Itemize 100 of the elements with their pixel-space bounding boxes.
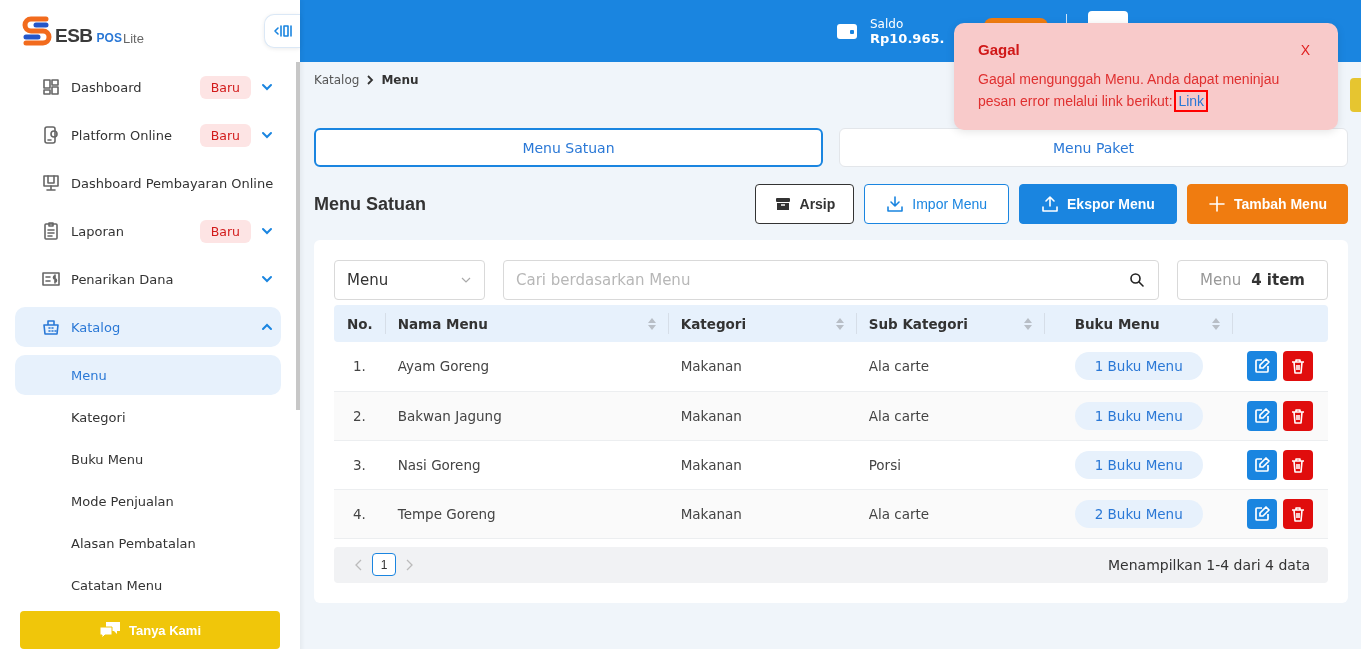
sidebar-subitem[interactable]: Alasan Pembatalan — [15, 523, 281, 563]
sidebar-item[interactable]: Penarikan Dana — [15, 259, 281, 299]
table-cell: Ala carte — [868, 407, 930, 424]
count-label: Menu — [1200, 271, 1242, 289]
sort-icon — [1211, 317, 1220, 330]
logo-text: Lite — [122, 31, 144, 46]
action-button[interactable]: Ekspor Menu — [1019, 184, 1177, 224]
table-cell: Ala carte — [868, 505, 930, 522]
new-badge: Baru — [199, 219, 251, 243]
sidebar-subitem[interactable]: Mode Penjualan — [15, 481, 281, 521]
page-button[interactable]: 1 — [372, 553, 396, 576]
column-header: No. — [347, 315, 373, 332]
menu-icon — [41, 317, 61, 337]
count-value: 4 item — [1251, 271, 1305, 289]
new-badge: Baru — [199, 123, 251, 147]
edit-icon — [1253, 455, 1272, 474]
collapse-button[interactable] — [264, 14, 300, 48]
toast-title: Gagal — [978, 41, 1020, 58]
toast-message: Gagal mengunggah Menu. Anda dapat meninjau pesan error melalui link berikut: Link — [978, 68, 1284, 112]
upload-icon — [1041, 195, 1059, 213]
column-header[interactable]: Sub Kategori — [868, 315, 968, 332]
menu-icon — [41, 173, 61, 193]
breadcrumb-item[interactable]: Katalog — [314, 73, 360, 87]
sidebar-subitem[interactable]: Menu — [15, 355, 281, 395]
table-cell: Ala carte — [868, 358, 930, 375]
edit-icon — [1253, 357, 1272, 376]
tab[interactable]: Menu Paket — [839, 128, 1348, 167]
sidebar-subitem[interactable]: Kategori — [15, 397, 281, 437]
table-cell: Nasi Goreng — [397, 456, 481, 473]
sidebar-item-label: Platform Online — [71, 127, 172, 143]
sort-icon — [835, 317, 844, 330]
action-button[interactable]: Arsip — [754, 184, 855, 224]
search-field[interactable]: Cari berdasarkan Menu — [503, 260, 1159, 300]
pagination-summary: Menampilkan 1-4 dari 4 data — [1108, 556, 1310, 573]
sidebar-item[interactable]: Dashboard Pembayaran Online — [15, 163, 281, 203]
table-cell: 4. — [353, 505, 366, 522]
balance-label: Saldo — [870, 16, 905, 31]
collapse-icon — [272, 23, 293, 39]
next-icon — [404, 558, 414, 571]
prev-icon — [354, 558, 364, 571]
sidebar-item[interactable]: Laporan Baru — [15, 211, 281, 251]
table-cell: Ayam Goreng — [397, 358, 490, 375]
menu-icon — [41, 221, 61, 241]
delete-button[interactable] — [1283, 351, 1314, 382]
table-cell: Bakwan Jagung — [397, 407, 502, 424]
sidebar-item[interactable]: Katalog — [15, 307, 281, 347]
delete-button[interactable] — [1283, 449, 1314, 480]
edit-button[interactable] — [1247, 351, 1278, 382]
sidebar-item-label: Dashboard — [71, 79, 142, 95]
table-cell: Makanan — [680, 505, 742, 522]
sidebar-item[interactable]: Platform Online Baru — [15, 115, 281, 155]
edit-icon — [1253, 406, 1272, 425]
edit-icon — [1253, 504, 1272, 523]
edit-button[interactable] — [1247, 449, 1278, 480]
scrollbar[interactable] — [296, 62, 300, 410]
table-cell: 2. — [353, 407, 366, 424]
download-icon — [886, 195, 905, 213]
table-cell: Makanan — [680, 407, 742, 424]
table-cell: Tempe Goreng — [397, 505, 496, 522]
edit-button[interactable] — [1247, 498, 1278, 529]
tab[interactable]: Menu Satuan — [314, 128, 823, 167]
menu-icon — [41, 77, 61, 97]
sidebar-subitem[interactable]: Buku Menu — [15, 439, 281, 479]
menu-book-tag[interactable]: 1 Buku Menu — [1074, 352, 1203, 381]
action-button[interactable]: Impor Menu — [864, 184, 1009, 224]
delete-button[interactable] — [1283, 400, 1314, 431]
column-header[interactable]: Nama Menu — [397, 315, 488, 332]
menu-icon — [41, 269, 61, 289]
sidebar-item-label: Katalog — [71, 319, 121, 335]
table-cell: Makanan — [680, 358, 742, 375]
edit-button[interactable] — [1247, 400, 1278, 431]
breadcrumb-item: Menu — [381, 73, 419, 87]
table-cell: Makanan — [680, 456, 742, 473]
chat-icon — [99, 621, 121, 639]
sidebar-item-label: Dashboard Pembayaran Online — [71, 175, 274, 191]
sidebar-subitem[interactable]: Catatan Menu — [15, 565, 281, 605]
balance-amount: Rp10.965. — [870, 30, 945, 46]
plus-icon — [1207, 195, 1226, 213]
section-title: Menu Satuan — [314, 193, 426, 215]
column-header[interactable]: Kategori — [680, 315, 747, 332]
sidebar-item-label: Laporan — [71, 223, 124, 239]
sort-icon — [1023, 317, 1032, 330]
table-cell: 1. — [353, 358, 366, 375]
filter-select[interactable]: Menu — [334, 260, 485, 300]
delete-button[interactable] — [1283, 498, 1314, 529]
menu-book-tag[interactable]: 1 Buku Menu — [1074, 450, 1203, 479]
search-icon — [1129, 272, 1145, 288]
column-header[interactable]: Buku Menu — [1074, 315, 1160, 332]
new-badge: Baru — [199, 75, 251, 99]
sidebar-item[interactable]: Dashboard Baru — [15, 67, 281, 107]
table-cell: 3. — [353, 456, 366, 473]
sort-icon — [647, 317, 656, 330]
menu-book-tag[interactable]: 1 Buku Menu — [1074, 401, 1203, 430]
menu-icon — [41, 125, 61, 145]
archive-icon — [773, 195, 792, 213]
logo-text: ESB — [55, 25, 93, 47]
wallet-icon — [836, 21, 858, 41]
table-cell: Porsi — [868, 456, 901, 473]
menu-book-tag[interactable]: 2 Buku Menu — [1074, 499, 1203, 528]
logo-text: POS — [96, 31, 122, 45]
